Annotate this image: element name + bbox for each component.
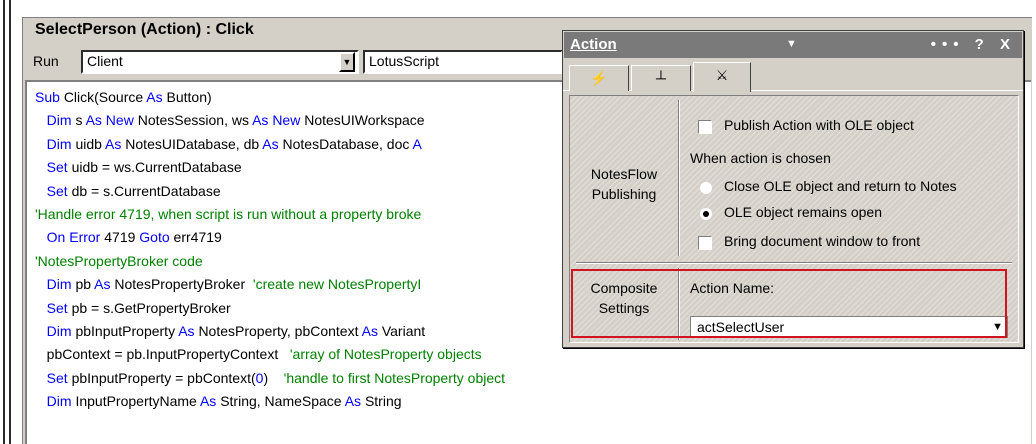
code-keyword: Set — [46, 182, 72, 199]
tab-publishing[interactable]: ⚔ — [693, 62, 751, 92]
code-keyword: Sub — [35, 89, 64, 105]
run-target-value: Client — [87, 53, 123, 69]
code-text: NotesSession, ws — [137, 112, 253, 129]
code-text: Variant — [381, 322, 426, 339]
dialog-titlebar[interactable]: Action ▼ ••• ? X — [564, 32, 1022, 58]
code-text: uidb = ws.CurrentDatabase — [71, 159, 242, 176]
code-text: db = s.CurrentDatabase — [71, 182, 221, 199]
code-comment: 'handle to first NotesProperty object — [283, 369, 506, 386]
code-text: NotesDatabase, doc — [282, 135, 413, 152]
code-keyword: Set — [46, 369, 72, 386]
publish-action-label: Publish Action with OLE object — [724, 117, 914, 133]
code-keyword: As — [146, 89, 167, 105]
code-keyword: Goto — [139, 229, 174, 246]
dialog-tabs: ⚡ ┴ ⚔ — [563, 61, 1023, 92]
lightning-icon: ⚡ — [590, 70, 608, 86]
code-keyword: Dim — [46, 135, 76, 152]
when-chosen-label: When action is chosen — [690, 150, 831, 166]
language-select[interactable]: LotusScript — [363, 50, 563, 74]
code-keyword: As — [262, 135, 283, 152]
code-line[interactable]: Dim InputPropertyName As String, NameSpa… — [35, 390, 1031, 413]
dialog-controls[interactable]: ••• ? X — [931, 36, 1016, 53]
close-ole-radio[interactable] — [700, 182, 712, 194]
hide-when-icon: ┴ — [656, 70, 666, 86]
tab-info[interactable]: ⚡ — [569, 65, 629, 91]
close-ole-label: Close OLE object and return to Notes — [724, 178, 957, 194]
bring-to-front-checkbox[interactable] — [698, 236, 712, 250]
code-line[interactable]: Set pbInputProperty = pbContext(0) 'hand… — [35, 367, 1031, 390]
chevron-down-icon[interactable]: ▼ — [339, 52, 355, 72]
code-comment: 'array of NotesProperty objects — [289, 346, 482, 363]
notesflow-publishing-label: NotesFlow Publishing — [590, 166, 658, 202]
window-border-inner — [9, 0, 11, 444]
code-keyword: As — [178, 322, 199, 339]
code-keyword: Dim — [46, 276, 76, 293]
code-text: Click(Source — [63, 89, 147, 105]
code-text: NotesUIDatabase, db — [125, 135, 263, 152]
code-text: err4719 — [173, 229, 222, 246]
run-target-select[interactable]: Client ▼ — [81, 50, 359, 74]
code-keyword: As — [105, 135, 126, 152]
code-text: NotesPropertyBroker — [114, 276, 253, 293]
code-keyword: As — [199, 393, 221, 410]
code-text: pb = s.GetPropertyBroker — [71, 299, 231, 316]
window-border-left — [3, 0, 5, 444]
ole-remains-open-radio[interactable] — [700, 208, 712, 220]
code-text: pbInputProperty — [75, 322, 179, 339]
code-keyword: As New — [85, 112, 138, 129]
code-comment: 'create new NotesPropertyI — [252, 276, 422, 293]
editor-title: SelectPerson (Action) : Click — [35, 21, 254, 38]
publish-action-checkbox[interactable] — [698, 120, 712, 134]
code-keyword: As — [94, 276, 115, 293]
code-keyword: Set — [46, 159, 72, 176]
code-keyword: Set — [46, 299, 72, 316]
publishing-icon: ⚔ — [715, 67, 729, 83]
code-keyword: Dim — [46, 322, 76, 339]
code-text: pbInputProperty = pbContext( — [71, 369, 256, 386]
ole-remains-open-label: OLE object remains open — [724, 204, 882, 220]
code-text: uidb — [75, 135, 106, 152]
dialog-title: Action — [570, 36, 617, 53]
code-text: 4719 — [104, 229, 140, 246]
code-keyword: As — [344, 393, 365, 410]
tab-advanced[interactable]: ┴ — [631, 65, 691, 91]
code-text: s — [75, 112, 86, 129]
code-text: NotesProperty, pbContext — [198, 322, 362, 339]
code-text: pbContext = pb.InputPropertyContext — [35, 346, 290, 363]
code-text: InputPropertyName — [75, 393, 200, 410]
code-keyword: A — [412, 135, 422, 152]
code-keyword: On Error — [46, 229, 105, 246]
chevron-down-icon[interactable]: ▼ — [786, 38, 797, 50]
run-label: Run — [33, 53, 59, 69]
code-comment: 'Handle error 4719, when script is run w… — [35, 205, 422, 222]
section-divider — [576, 262, 1012, 264]
code-keyword: Dim — [46, 112, 76, 129]
code-keyword: As — [361, 322, 382, 339]
code-text: ) — [263, 369, 284, 386]
language-value: LotusScript — [369, 53, 440, 69]
composite-settings-highlight — [571, 269, 1007, 338]
bring-to-front-label: Bring document window to front — [724, 233, 921, 249]
code-text: Button) — [166, 89, 212, 105]
code-keyword: As New — [252, 112, 305, 129]
code-text: pb — [75, 276, 95, 293]
section-divider-vertical — [678, 100, 680, 256]
code-text: String, NameSpace — [220, 393, 345, 410]
code-keyword: Dim — [46, 393, 76, 410]
code-comment: 'NotesPropertyBroker code — [35, 252, 203, 269]
code-text: NotesUIWorkspace — [304, 112, 425, 129]
code-text: String — [364, 393, 402, 410]
